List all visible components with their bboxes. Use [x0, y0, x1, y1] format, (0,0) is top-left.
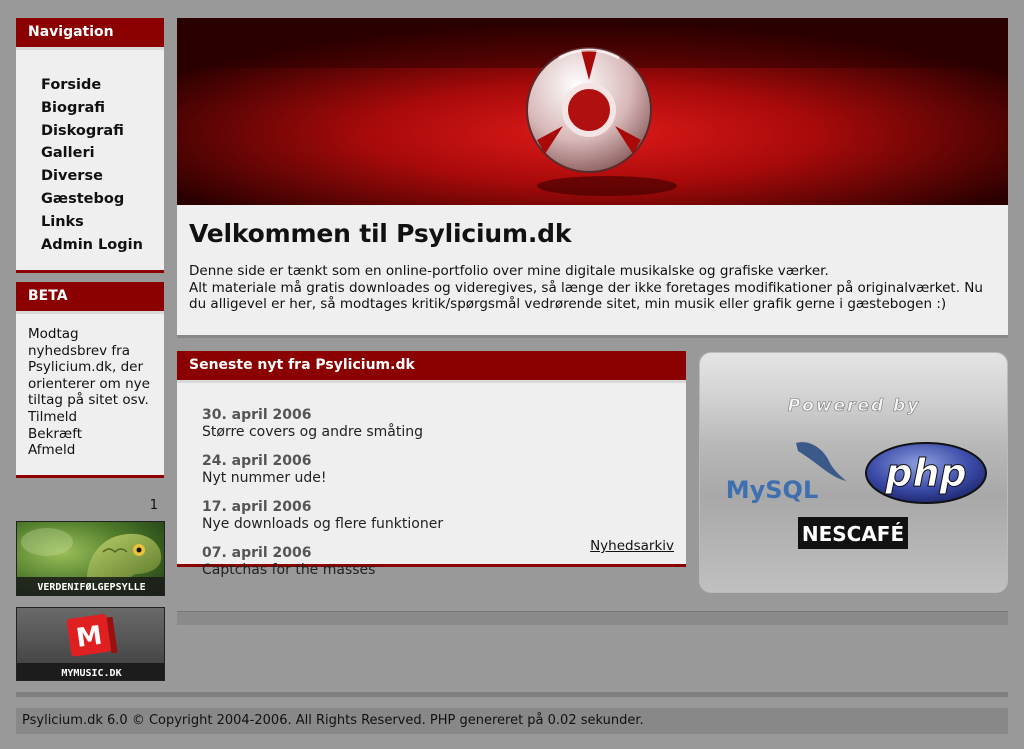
banner2-label: MYMUSIC.DK — [61, 668, 121, 679]
beta-title: BETA — [16, 282, 164, 314]
nav-link-biografi[interactable]: Biografi — [41, 97, 164, 120]
nav-link-gaestebog[interactable]: Gæstebog — [41, 188, 164, 211]
nav-link-links[interactable]: Links — [41, 211, 164, 234]
powered-by-caption: Powered by — [788, 396, 921, 416]
header-banner — [177, 18, 1008, 205]
news-title: Seneste nyt fra Psylicium.dk — [177, 351, 686, 383]
welcome-line-1: Denne side er tænkt som en online-portfo… — [189, 263, 829, 279]
nav-link-forside[interactable]: Forside — [41, 74, 164, 97]
mysql-logo-text: MySQL — [726, 476, 819, 504]
footer-divider — [16, 692, 1008, 697]
banner-verden-ifolge-psylle[interactable]: VERDENIFØLGEPSYLLE — [16, 521, 165, 596]
visitor-counter: 1 — [149, 498, 158, 513]
nav-link-galleri[interactable]: Galleri — [41, 142, 164, 165]
mysql-logo-icon: MySQL — [726, 442, 846, 504]
powered-by-box: Powered by MySQL php NESCAFÉ — [699, 352, 1008, 593]
news-headline[interactable]: Nyt nummer ude! — [202, 469, 674, 487]
nav-link-admin-login[interactable]: Admin Login — [41, 234, 164, 257]
powered-by-logos: Powered by MySQL php NESCAFÉ — [700, 353, 1007, 549]
news-item[interactable]: 24. april 2006 Nyt nummer ude! — [202, 453, 674, 487]
nescafe-logo-text: NESCAFÉ — [802, 522, 904, 546]
psylicium-logo-icon — [177, 18, 1008, 205]
banner-mymusic[interactable]: M MYMUSIC.DK — [16, 607, 165, 681]
news-archive-link[interactable]: Nyhedsarkiv — [590, 538, 674, 554]
php-logo-icon: php — [865, 442, 987, 504]
mymusic-banner-image: M MYMUSIC.DK — [17, 608, 164, 680]
beta-panel: BETA Modtag nyhedsbrev fra Psylicium.dk,… — [16, 282, 164, 478]
news-panel: Seneste nyt fra Psylicium.dk 30. april 2… — [177, 351, 686, 578]
navigation-list: Forside Biografi Diskografi Galleri Dive… — [16, 50, 164, 274]
news-list: 30. april 2006 Større covers og andre sm… — [177, 383, 686, 578]
news-headline[interactable]: Større covers og andre småting — [202, 423, 674, 441]
news-headline[interactable]: Captchas for the masses — [202, 561, 674, 579]
mymusic-logo-letter: M — [74, 621, 104, 654]
page-title: Velkommen til Psylicium.dk — [189, 219, 572, 248]
welcome-line-2: Alt materiale må gratis downloades og vi… — [189, 279, 983, 313]
navigation-title: Navigation — [16, 18, 164, 50]
newsletter-confirm-link[interactable]: Bekræft — [28, 426, 156, 443]
content-divider — [177, 611, 1008, 625]
news-item[interactable]: 17. april 2006 Nye downloads og flere fu… — [202, 499, 674, 533]
newsletter-unsubscribe-link[interactable]: Afmeld — [28, 442, 156, 459]
welcome-section: Velkommen til Psylicium.dk Denne side er… — [177, 205, 1008, 338]
nav-link-diverse[interactable]: Diverse — [41, 165, 164, 188]
nav-link-diskografi[interactable]: Diskografi — [41, 120, 164, 143]
navigation-panel: Navigation Forside Biografi Diskografi G… — [16, 18, 164, 274]
newsletter-subscribe-link[interactable]: Tilmeld — [28, 409, 156, 426]
newsletter-box: Modtag nyhedsbrev fra Psylicium.dk, der … — [16, 314, 164, 478]
newsletter-text: Modtag nyhedsbrev fra Psylicium.dk, der … — [28, 326, 150, 409]
lizard-banner-image: VERDENIFØLGEPSYLLE — [17, 522, 164, 595]
news-headline[interactable]: Nye downloads og flere funktioner — [202, 515, 674, 533]
news-date: 24. april 2006 — [202, 453, 312, 469]
php-logo-text: php — [884, 451, 966, 495]
news-date: 30. april 2006 — [202, 407, 312, 423]
nescafe-logo-icon: NESCAFÉ — [798, 517, 908, 549]
news-date: 17. april 2006 — [202, 499, 312, 515]
banner1-label: VERDENIFØLGEPSYLLE — [37, 581, 145, 593]
footer-copyright: Psylicium.dk 6.0 © Copyright 2004-2006. … — [16, 708, 1008, 734]
news-item[interactable]: 30. april 2006 Større covers og andre sm… — [202, 407, 674, 441]
